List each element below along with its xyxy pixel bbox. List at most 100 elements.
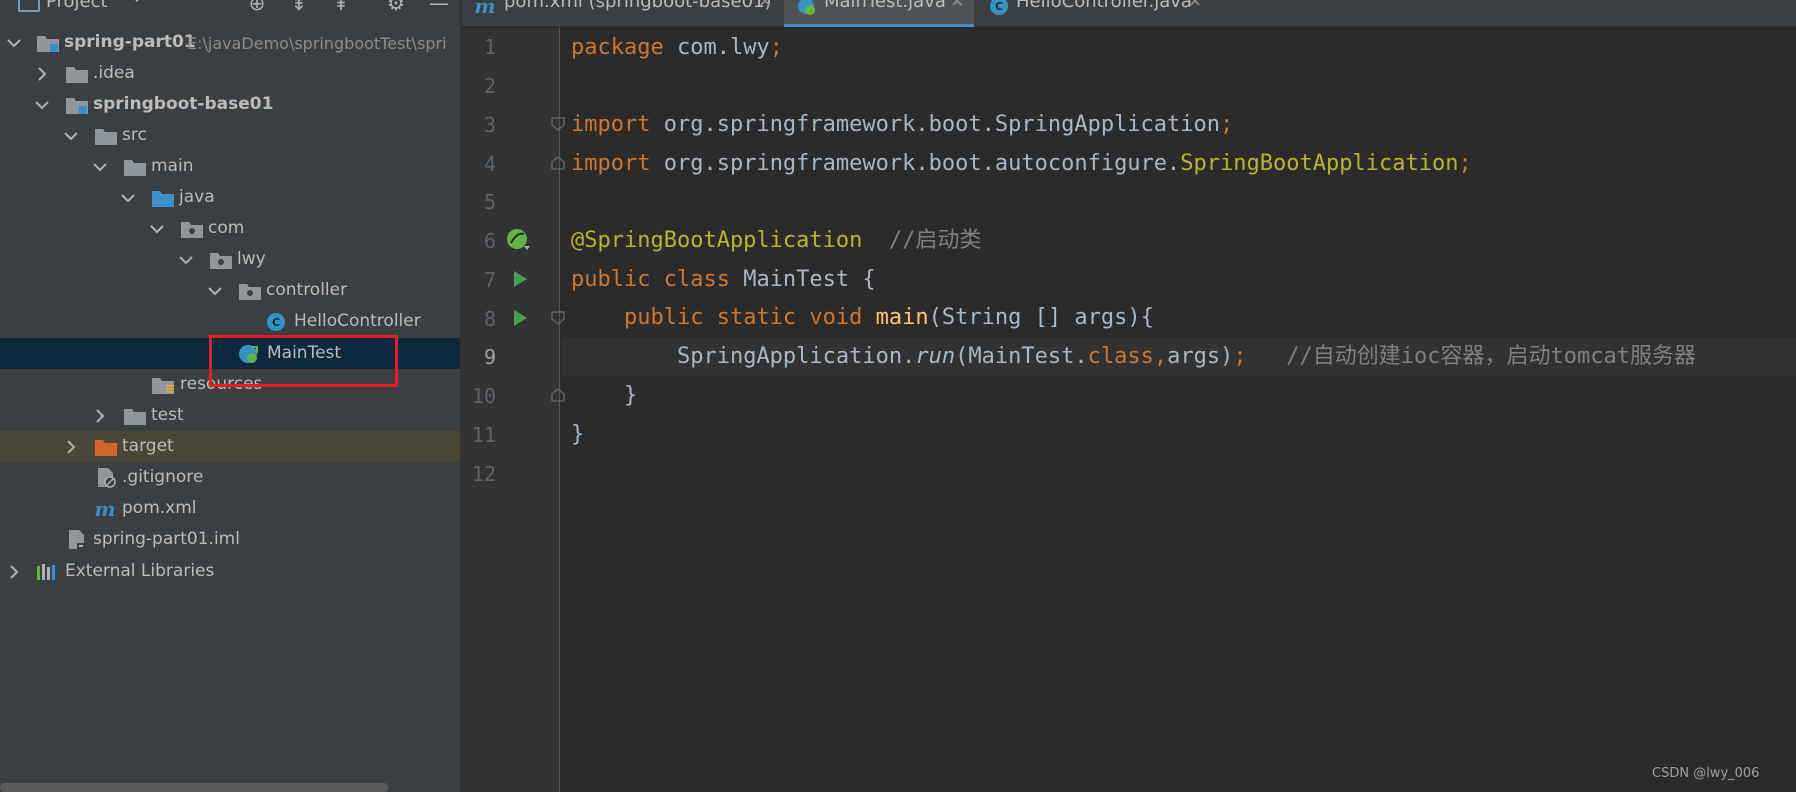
libraries-icon	[36, 561, 60, 582]
locate-icon[interactable]: ⊕	[245, 0, 269, 14]
code-token: import	[571, 151, 651, 176]
chevron-down-icon[interactable]	[34, 97, 50, 113]
svg-text:m: m	[474, 0, 495, 17]
expand-all-icon[interactable]: ⇟	[287, 0, 311, 14]
chevron-right-icon[interactable]	[92, 408, 108, 424]
code-token: args)	[1167, 344, 1234, 369]
tab-label: HelloController.java	[1016, 0, 1192, 12]
chevron-right-icon[interactable]	[34, 66, 50, 82]
editor-gutter[interactable]	[462, 28, 560, 792]
project-path: E:\javaDemo\springbootTest\spri	[187, 34, 447, 53]
highlight-annotation-box	[209, 335, 398, 387]
code-token: ;	[1458, 151, 1472, 176]
watermark: CSDN @lwy_006	[1652, 766, 1760, 781]
tree-item-target[interactable]: target	[0, 431, 460, 462]
chevron-down-icon[interactable]	[6, 35, 22, 51]
chevron-right-icon[interactable]	[63, 439, 79, 455]
tree-item-label: spring-part01	[64, 32, 196, 52]
chevron-down-icon[interactable]	[130, 0, 144, 2]
chevron-down-icon[interactable]	[178, 252, 194, 268]
code-token: import	[571, 112, 651, 137]
code-line-6: @SpringBootApplication //启动类	[571, 221, 981, 260]
fold-icon[interactable]	[550, 155, 566, 175]
package-icon	[209, 249, 233, 270]
java-class-icon: C	[988, 0, 1010, 17]
collapse-all-icon[interactable]: ⇞	[329, 0, 353, 14]
gear-icon[interactable]: ⚙	[384, 0, 408, 14]
fold-icon[interactable]	[550, 116, 566, 136]
tree-item-label: java	[179, 187, 215, 207]
folder-icon	[123, 405, 147, 426]
run-icon[interactable]	[512, 309, 528, 331]
horizontal-scrollbar[interactable]	[0, 783, 388, 792]
code-comment: //启动类	[862, 228, 982, 253]
code-line-7: public class MainTest {	[571, 260, 876, 299]
tree-item-main[interactable]: main	[0, 151, 460, 182]
tree-item-label: com	[208, 218, 245, 238]
code-token: SpringBootApplication	[1180, 151, 1459, 176]
code-token: ;	[1220, 112, 1234, 137]
fold-icon[interactable]	[550, 310, 566, 330]
svg-text:m: m	[94, 498, 115, 519]
folder-icon	[94, 125, 118, 146]
close-icon[interactable]: ✕	[758, 0, 772, 12]
code-line-1: package com.lwy;	[571, 28, 783, 67]
tab-maintest-java[interactable]: MainTest.java ✕	[784, 0, 974, 27]
tree-item-label: lwy	[237, 249, 266, 269]
code-editor[interactable]: package com.lwy; import org.springframew…	[571, 28, 1796, 792]
tab-hellocontroller-java[interactable]: C HelloController.java ✕	[982, 0, 1212, 27]
iml-file-icon	[66, 529, 90, 550]
code-token: com.lwy	[663, 35, 770, 60]
close-icon[interactable]: ✕	[950, 0, 964, 12]
tree-item-hellocontroller[interactable]: C HelloController	[0, 306, 460, 337]
tree-item-test[interactable]: test	[0, 400, 460, 431]
line-number: 9	[483, 345, 496, 369]
tree-item-java[interactable]: java	[0, 182, 460, 213]
chevron-right-icon[interactable]	[6, 564, 22, 580]
chevron-down-icon[interactable]	[120, 190, 136, 206]
resources-folder-icon	[151, 374, 175, 395]
spring-boot-class-icon	[796, 0, 818, 17]
tree-item-idea[interactable]: .idea	[0, 58, 460, 89]
run-icon[interactable]	[512, 270, 528, 292]
tree-item-lwy[interactable]: lwy	[0, 244, 460, 275]
close-icon[interactable]: ✕	[1188, 0, 1202, 12]
code-token: (MainTest.	[955, 344, 1088, 369]
line-number: 10	[471, 384, 496, 408]
tree-item-label: springboot-base01	[93, 94, 274, 114]
chevron-down-icon[interactable]	[92, 159, 108, 175]
chevron-down-icon[interactable]	[149, 221, 165, 237]
code-line-8: public static void main(String [] args){	[571, 298, 1154, 337]
tree-item-label: target	[122, 436, 174, 456]
line-number: 11	[471, 423, 496, 447]
chevron-down-icon[interactable]	[207, 283, 223, 299]
tree-item-label: src	[122, 125, 147, 145]
line-number: 5	[483, 190, 496, 214]
package-icon	[180, 218, 204, 239]
tree-item-external-libraries[interactable]: External Libraries	[0, 556, 460, 587]
tree-item-label: .gitignore	[122, 467, 204, 487]
fold-icon[interactable]	[550, 387, 566, 407]
tree-item-iml[interactable]: spring-part01.iml	[0, 524, 460, 555]
code-line-9: SpringApplication.run(MainTest.class,arg…	[571, 337, 1696, 376]
tree-item-controller[interactable]: controller	[0, 275, 460, 306]
ignore-file-icon	[95, 467, 119, 488]
tree-item-pom-xml[interactable]: m pom.xml	[0, 493, 460, 524]
tree-item-src[interactable]: src	[0, 120, 460, 151]
code-line-11: }	[571, 415, 584, 454]
editor-tab-bar: m pom.xml (springboot-base01) ✕ MainTest…	[462, 0, 1796, 27]
tree-item-label: HelloController	[294, 311, 421, 331]
code-line-10: }	[571, 376, 637, 415]
code-token: public static void	[623, 305, 863, 330]
tree-item-springboot-base01[interactable]: springboot-base01	[0, 89, 460, 120]
tree-item-gitignore[interactable]: .gitignore	[0, 462, 460, 493]
hide-icon[interactable]: —	[427, 0, 451, 14]
spring-bean-icon[interactable]	[506, 228, 530, 256]
excluded-folder-icon	[94, 436, 118, 457]
project-panel-title[interactable]: Project	[46, 0, 108, 12]
tree-item-com[interactable]: com	[0, 213, 460, 244]
tree-item-spring-part01[interactable]: spring-part01 E:\javaDemo\springbootTest…	[0, 27, 460, 58]
tab-pom-xml[interactable]: m pom.xml (springboot-base01) ✕	[462, 0, 784, 27]
chevron-down-icon[interactable]	[63, 128, 79, 144]
